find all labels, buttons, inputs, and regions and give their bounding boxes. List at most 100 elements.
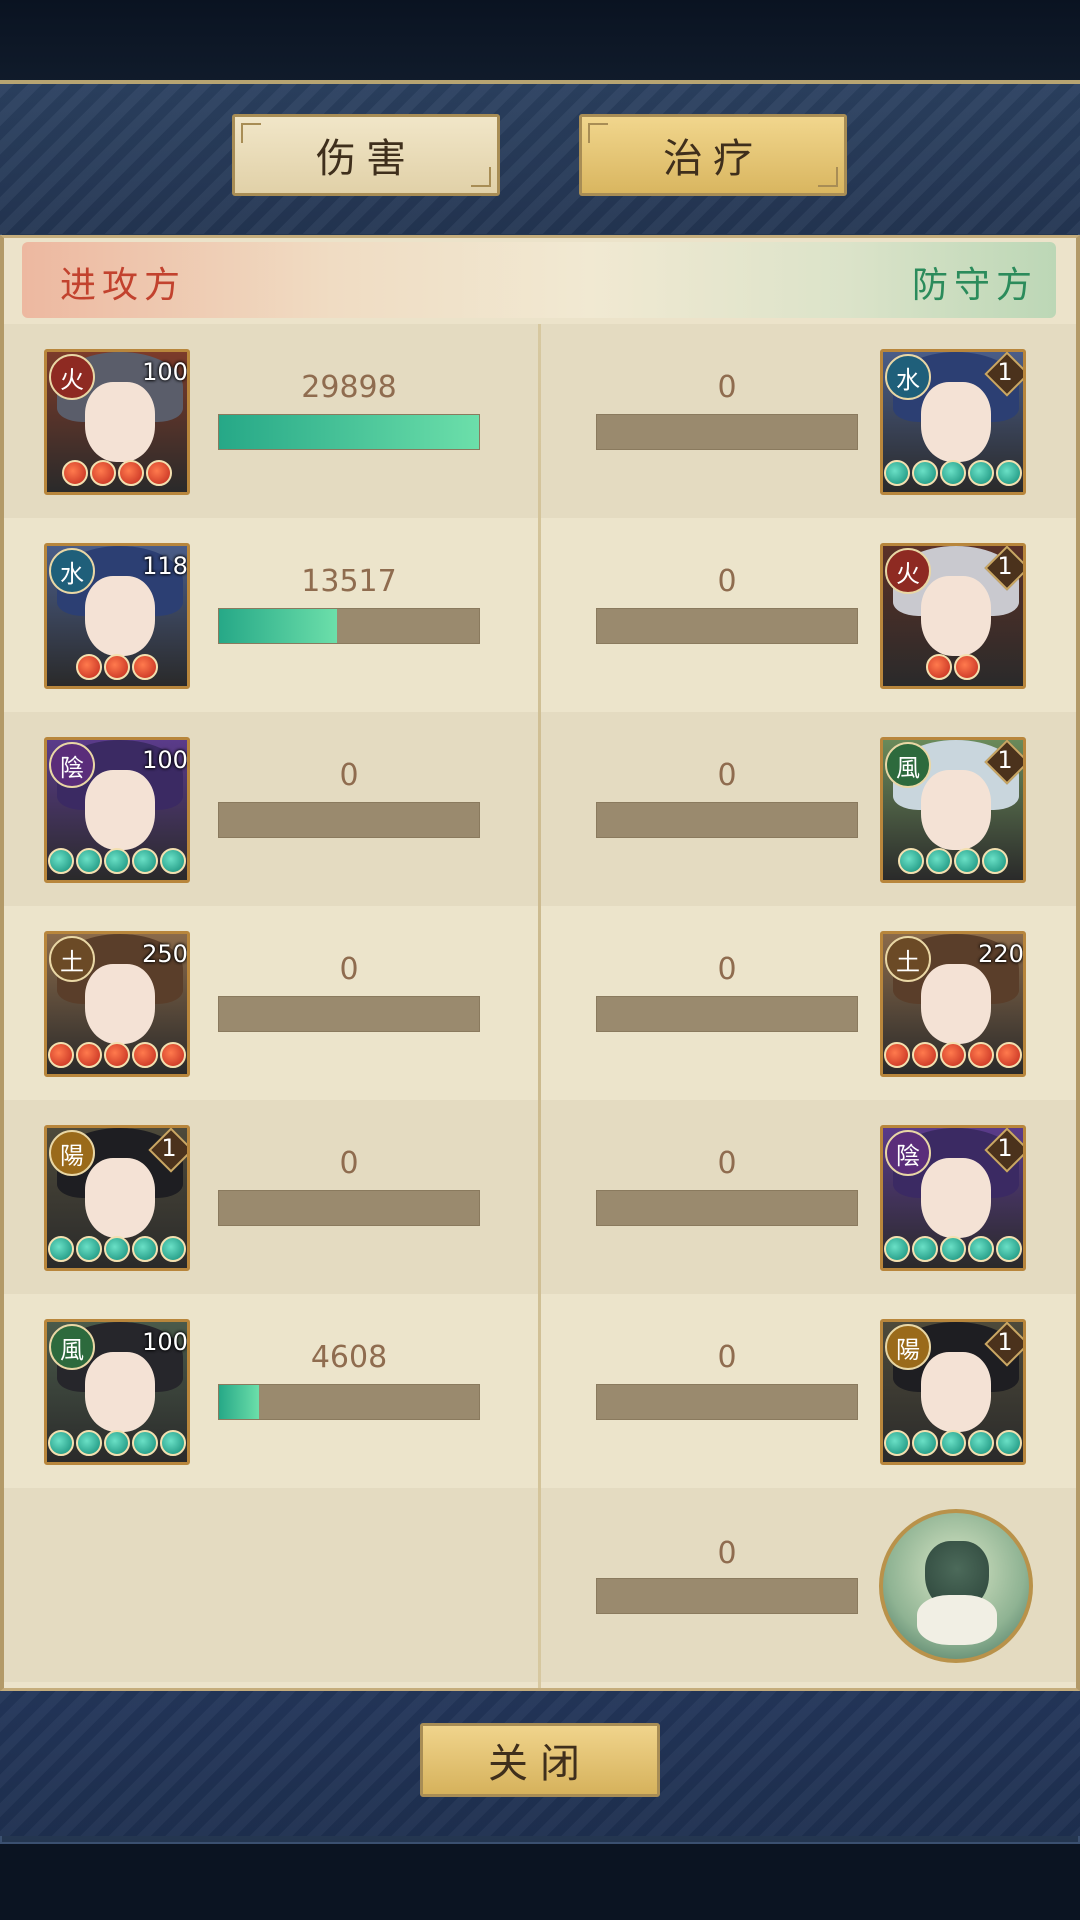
star-icon	[940, 1430, 966, 1456]
star-rating	[883, 1430, 1023, 1456]
defender-damage-bar	[596, 1190, 858, 1226]
hero-face	[85, 964, 155, 1044]
level-badge: 1	[983, 1128, 1023, 1170]
defender-hero-portrait[interactable]: 火1	[880, 543, 1026, 689]
element-badge: 水	[885, 354, 931, 400]
star-icon	[954, 654, 980, 680]
attacker-hero-portrait[interactable]: 風 100	[44, 1319, 190, 1465]
level-badge: 100	[142, 358, 188, 386]
defender-damage-value: 0	[717, 370, 737, 405]
defender-damage-bar	[596, 802, 858, 838]
attacker-damage-bar	[218, 802, 480, 838]
star-icon	[48, 848, 74, 874]
defender-damage-value: 0	[717, 758, 737, 793]
star-icon	[968, 1042, 994, 1068]
star-rating	[47, 1430, 187, 1456]
star-icon	[104, 1042, 130, 1068]
level-badge: 118	[142, 552, 188, 580]
star-rating	[883, 848, 1023, 874]
defender-hero-portrait[interactable]: 土 220	[880, 931, 1026, 1077]
attacker-damage-bar	[218, 414, 480, 450]
level-badge: 1	[983, 352, 1023, 394]
star-rating	[883, 1042, 1023, 1068]
defender-damage-bar	[596, 608, 858, 644]
defender-hero-portrait[interactable]: 水1	[880, 349, 1026, 495]
star-icon	[912, 1430, 938, 1456]
element-badge: 陰	[885, 1130, 931, 1176]
attacker-damage-value: 13517	[301, 564, 397, 599]
star-icon	[104, 1430, 130, 1456]
star-icon	[132, 848, 158, 874]
close-button[interactable]: 关闭	[420, 1723, 660, 1797]
element-badge: 土	[885, 936, 931, 982]
attacker-damage-value: 29898	[301, 370, 397, 405]
defender-damage-bar	[596, 996, 858, 1032]
star-icon	[62, 460, 88, 486]
star-icon	[926, 848, 952, 874]
star-rating	[883, 1236, 1023, 1262]
attacker-damage-bar-fill	[219, 415, 479, 449]
attacker-hero-portrait[interactable]: 水 118	[44, 543, 190, 689]
attacker-hero-portrait[interactable]: 陽1	[44, 1125, 190, 1271]
element-badge: 陽	[885, 1324, 931, 1370]
attacker-hero-portrait[interactable]: 火 100	[44, 349, 190, 495]
star-rating	[883, 654, 1023, 680]
level-badge: 100	[142, 746, 188, 774]
star-icon	[996, 1042, 1022, 1068]
star-rating	[883, 460, 1023, 486]
attacker-hero-portrait[interactable]: 陰 100	[44, 737, 190, 883]
hero-face	[921, 1352, 991, 1432]
element-badge: 風	[49, 1324, 95, 1370]
star-icon	[160, 848, 186, 874]
element-badge: 火	[885, 548, 931, 594]
bottom-background	[0, 1844, 1080, 1920]
star-icon	[76, 848, 102, 874]
star-icon	[996, 1236, 1022, 1262]
attacker-damage-bar	[218, 1190, 480, 1226]
star-icon	[76, 1430, 102, 1456]
star-icon	[912, 460, 938, 486]
element-badge: 陰	[49, 742, 95, 788]
level-badge: 1	[983, 740, 1023, 782]
star-icon	[160, 1430, 186, 1456]
column-divider	[538, 324, 541, 1688]
star-icon	[954, 848, 980, 874]
defender-damage-value: 0	[717, 564, 737, 599]
star-icon	[884, 1236, 910, 1262]
attacker-damage-bar	[218, 1384, 480, 1420]
star-icon	[48, 1236, 74, 1262]
defender-hero-portrait[interactable]: 陽1	[880, 1319, 1026, 1465]
beast-beard	[917, 1595, 997, 1645]
star-icon	[912, 1042, 938, 1068]
defender-damage-value: 0	[717, 1146, 737, 1181]
defender-hero-portrait[interactable]: 陰1	[880, 1125, 1026, 1271]
attacker-label: 进攻方	[60, 265, 187, 306]
hero-face	[921, 1158, 991, 1238]
level-badge: 1	[147, 1128, 187, 1170]
star-icon	[104, 654, 130, 680]
star-icon	[968, 460, 994, 486]
star-rating	[47, 1236, 187, 1262]
tab-damage[interactable]: 伤害	[232, 114, 500, 196]
defender-hero-portrait[interactable]: 風1	[880, 737, 1026, 883]
hero-face	[85, 1352, 155, 1432]
guardian-beast-avatar[interactable]	[879, 1509, 1033, 1663]
attacker-damage-value: 0	[339, 758, 359, 793]
top-background	[0, 0, 1080, 82]
attacker-damage-value: 0	[339, 952, 359, 987]
star-icon	[132, 1236, 158, 1262]
star-icon	[898, 848, 924, 874]
star-icon	[884, 460, 910, 486]
star-icon	[160, 1042, 186, 1068]
attacker-hero-portrait[interactable]: 土 250	[44, 931, 190, 1077]
star-icon	[118, 460, 144, 486]
level-badge: 1	[983, 1322, 1023, 1364]
star-icon	[926, 654, 952, 680]
star-icon	[132, 1042, 158, 1068]
defender-damage-value: 0	[717, 1340, 737, 1375]
hero-face	[921, 964, 991, 1044]
star-rating	[47, 848, 187, 874]
tab-heal[interactable]: 治疗	[579, 114, 847, 196]
hero-face	[85, 770, 155, 850]
defender-label: 防守方	[911, 265, 1038, 306]
